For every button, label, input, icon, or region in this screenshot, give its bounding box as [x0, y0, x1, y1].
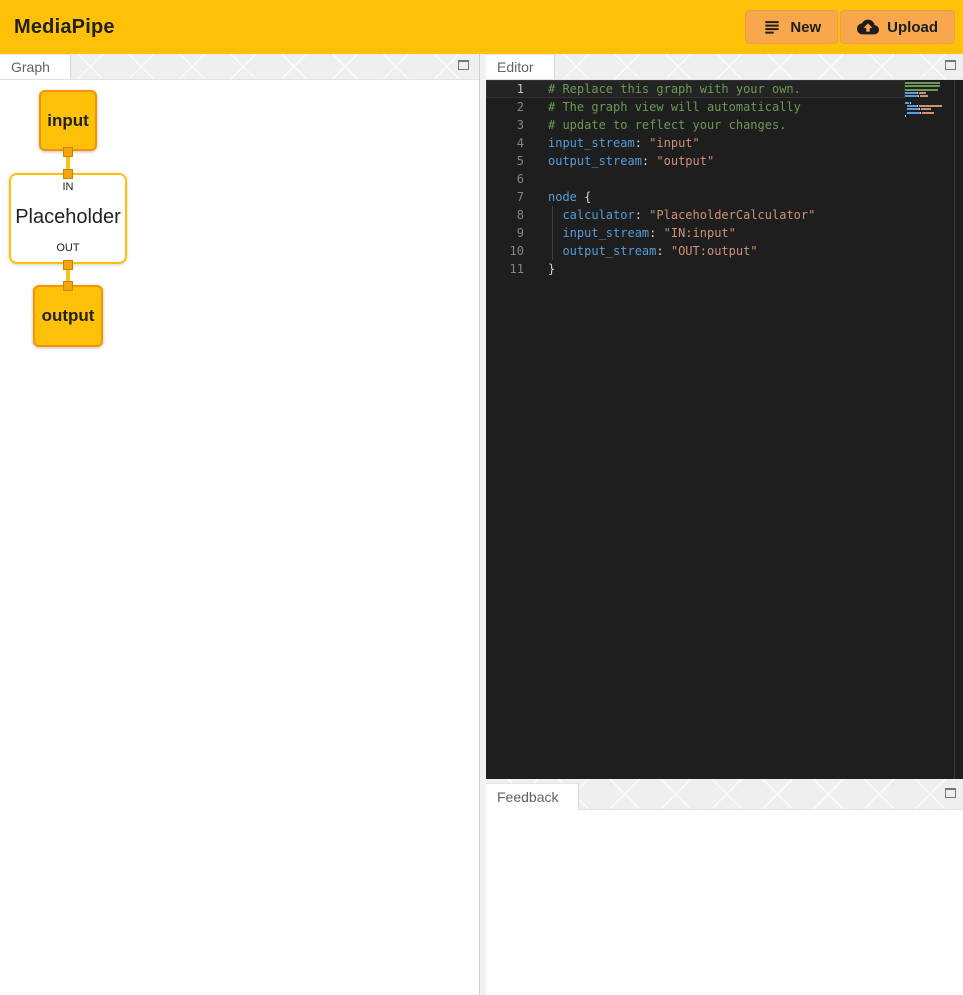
code-line[interactable]: 3# update to reflect your changes.	[486, 116, 905, 134]
code-text	[524, 170, 905, 188]
graph-panel: Graph input IN Placeholder OUT output	[0, 54, 480, 995]
new-button[interactable]: New	[745, 10, 838, 44]
graph-canvas[interactable]: input IN Placeholder OUT output	[0, 80, 479, 995]
graph-node-output[interactable]: output	[33, 285, 103, 347]
menu-lines-icon	[762, 17, 782, 37]
line-number: 5	[486, 152, 524, 170]
tab-graph[interactable]: Graph	[0, 54, 71, 79]
feedback-panel: Feedback	[486, 779, 963, 995]
line-number: 2	[486, 98, 524, 116]
placeholder-out-label: OUT	[56, 242, 79, 254]
placeholder-in-port	[63, 169, 73, 179]
app-title: MediaPipe	[14, 16, 115, 39]
code-line[interactable]: 8 calculator: "PlaceholderCalculator"	[486, 206, 905, 224]
line-number: 8	[486, 206, 524, 224]
placeholder-in-label: IN	[63, 181, 74, 193]
code-text: input_stream: "IN:input"	[524, 224, 905, 242]
editor-panel: Editor 1# Replace this graph with your o…	[486, 54, 963, 779]
graph-node-input[interactable]: input	[39, 90, 97, 151]
app-header: MediaPipe New Upload	[0, 0, 963, 54]
code-line[interactable]: 10 output_stream: "OUT:output"	[486, 242, 905, 260]
code-line[interactable]: 7node {	[486, 188, 905, 206]
code-text: node {	[524, 188, 905, 206]
output-node-label: output	[42, 306, 95, 326]
code-line[interactable]: 6	[486, 170, 905, 188]
cloud-upload-icon	[857, 16, 879, 38]
line-number: 7	[486, 188, 524, 206]
line-number: 9	[486, 224, 524, 242]
line-number: 10	[486, 242, 524, 260]
code-text: output_stream: "OUT:output"	[524, 242, 905, 260]
code-line[interactable]: 11}	[486, 260, 905, 278]
editor-tab-label: Editor	[497, 59, 534, 75]
code-text: # update to reflect your changes.	[524, 116, 905, 134]
graph-tab-row: Graph	[0, 54, 479, 80]
editor-tab-row: Editor	[486, 54, 963, 80]
graph-node-placeholder[interactable]: IN Placeholder OUT	[9, 173, 127, 264]
code-line[interactable]: 1# Replace this graph with your own.	[486, 80, 905, 98]
code-text: }	[524, 260, 905, 278]
code-lines: 1# Replace this graph with your own.2# T…	[486, 80, 963, 278]
line-number: 3	[486, 116, 524, 134]
placeholder-out-port	[63, 260, 73, 270]
graph-popout-icon[interactable]	[458, 60, 469, 70]
tab-feedback[interactable]: Feedback	[486, 783, 579, 810]
feedback-tab-label: Feedback	[497, 789, 558, 805]
code-text: input_stream: "input"	[524, 134, 905, 152]
feedback-output	[486, 810, 963, 995]
output-in-port	[63, 281, 73, 291]
line-number: 11	[486, 260, 524, 278]
upload-button[interactable]: Upload	[840, 10, 955, 44]
editor-scrollbar[interactable]	[954, 80, 963, 779]
code-text: output_stream: "output"	[524, 152, 905, 170]
editor-minimap[interactable]	[905, 82, 955, 118]
code-editor[interactable]: 1# Replace this graph with your own.2# T…	[486, 80, 963, 779]
tab-editor[interactable]: Editor	[486, 54, 555, 79]
feedback-popout-icon[interactable]	[945, 788, 956, 798]
feedback-tab-row: Feedback	[486, 779, 963, 810]
new-button-label: New	[790, 19, 821, 36]
code-line[interactable]: 2# The graph view will automatically	[486, 98, 905, 116]
line-number: 6	[486, 170, 524, 188]
code-line[interactable]: 5output_stream: "output"	[486, 152, 905, 170]
code-text: # The graph view will automatically	[524, 98, 905, 116]
code-text: calculator: "PlaceholderCalculator"	[524, 206, 905, 224]
indent-guide	[552, 206, 553, 260]
editor-popout-icon[interactable]	[945, 60, 956, 70]
code-line[interactable]: 4input_stream: "input"	[486, 134, 905, 152]
code-text: # Replace this graph with your own.	[524, 80, 905, 98]
upload-button-label: Upload	[887, 19, 938, 36]
input-out-port	[63, 147, 73, 157]
graph-tab-label: Graph	[11, 59, 50, 75]
minimap-line	[905, 115, 955, 118]
line-number: 4	[486, 134, 524, 152]
line-number: 1	[486, 80, 524, 98]
input-node-label: input	[47, 111, 89, 131]
code-line[interactable]: 9 input_stream: "IN:input"	[486, 224, 905, 242]
placeholder-node-label: Placeholder	[15, 206, 121, 229]
